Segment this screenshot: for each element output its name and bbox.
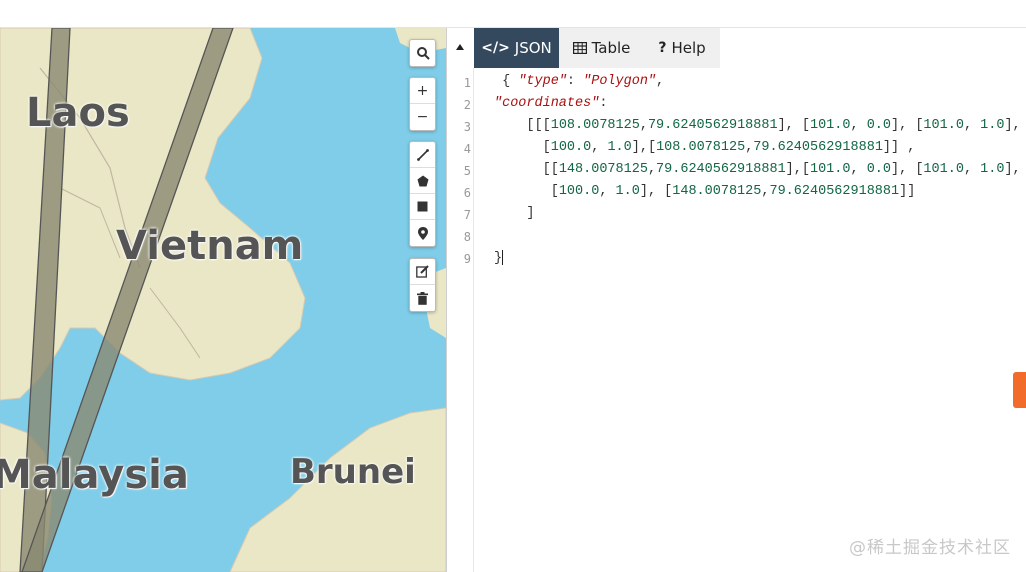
line-number: 6 <box>463 186 471 200</box>
draw-line-button[interactable] <box>410 142 435 168</box>
editor-tabs: </> JSON Table ? Help <box>474 28 1026 68</box>
code-line: "coordinates": <box>494 96 608 111</box>
code-line: } <box>494 250 504 267</box>
line-number: 3 <box>463 120 471 134</box>
line-number: 5 <box>463 164 471 178</box>
zoom-out-button[interactable]: − <box>410 104 435 130</box>
draw-toolbar[interactable] <box>409 141 436 247</box>
text-cursor <box>502 250 504 265</box>
zoom-in-button[interactable]: + <box>410 78 435 104</box>
json-code-editor[interactable]: { "type": "Polygon", "coordinates": [[[1… <box>474 68 1026 572</box>
edit-icon <box>416 265 429 278</box>
code-icon: </> <box>481 40 510 56</box>
search-control[interactable] <box>409 39 436 67</box>
code-line: { "type": "Polygon", <box>494 74 665 89</box>
rectangle-icon <box>417 201 428 212</box>
map-label-malaysia: Malaysia <box>0 452 189 498</box>
tab-json-label: JSON <box>514 39 552 57</box>
edit-layers-button[interactable] <box>410 259 435 285</box>
draw-polygon-button[interactable] <box>410 168 435 194</box>
editor-panel: </> JSON Table ? Help 1 2 3 4 5 6 7 8 9 … <box>447 28 1026 572</box>
trash-icon <box>417 291 428 305</box>
code-line: [[148.0078125,79.6240562918881],[101.0, … <box>494 162 1021 177</box>
line-number: 1 <box>463 76 471 90</box>
polygon-icon <box>417 175 428 186</box>
tab-strip: </> JSON Table ? Help <box>474 28 720 68</box>
tab-help-label: Help <box>671 39 706 57</box>
line-number: 8 <box>463 230 471 244</box>
line-number: 4 <box>463 142 471 156</box>
top-bar <box>0 0 1026 28</box>
tab-json[interactable]: </> JSON <box>474 28 559 68</box>
code-line: [[[108.0078125,79.6240562918881], [101.0… <box>494 118 1021 133</box>
zoom-control[interactable]: + − <box>409 77 436 131</box>
map-label-laos: Laos <box>26 90 130 136</box>
code-line: [100.0, 1.0],[108.0078125,79.62405629188… <box>494 140 916 155</box>
line-icon <box>416 148 429 161</box>
line-number: 9 <box>463 252 471 266</box>
help-icon: ? <box>658 40 667 56</box>
marker-icon <box>417 226 428 240</box>
tab-help[interactable]: ? Help <box>644 28 720 68</box>
line-number: 7 <box>463 208 471 222</box>
search-icon <box>416 47 430 60</box>
edit-toolbar[interactable] <box>409 258 436 312</box>
tab-table[interactable]: Table <box>559 28 644 68</box>
map-view[interactable]: Laos Vietnam Malaysia Brunei <box>0 28 446 572</box>
delete-layers-button[interactable] <box>410 285 435 311</box>
map-label-vietnam: Vietnam <box>116 223 304 269</box>
line-number: 2 <box>463 98 471 112</box>
watermark-text: @稀土掘金技术社区 <box>849 538 1011 558</box>
draw-rectangle-button[interactable] <box>410 194 435 220</box>
code-line: ] <box>494 206 535 221</box>
tab-table-label: Table <box>591 39 631 57</box>
collapse-up-icon[interactable] <box>456 44 464 50</box>
draw-marker-button[interactable] <box>410 220 435 246</box>
map-label-brunei: Brunei <box>290 452 416 492</box>
table-icon <box>572 42 587 54</box>
code-line: [100.0, 1.0], [148.0078125,79.6240562918… <box>494 184 916 199</box>
line-number-gutter: 1 2 3 4 5 6 7 8 9 <box>447 68 474 572</box>
search-button[interactable] <box>410 40 435 66</box>
brand-logo-icon[interactable] <box>1013 372 1026 408</box>
